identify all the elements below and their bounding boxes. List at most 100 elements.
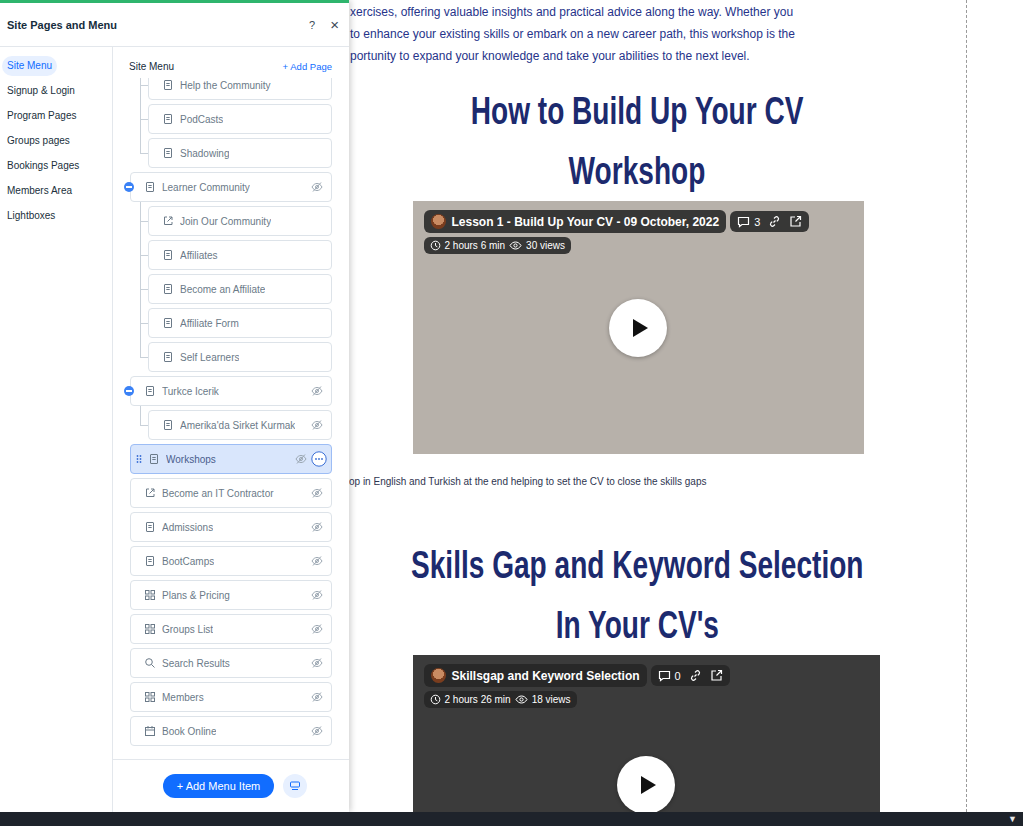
video-title-pill[interactable]: Skillsgap and Keyword Selection — [424, 664, 647, 687]
play-button[interactable] — [609, 299, 667, 357]
menu-item[interactable]: Become an Affiliate — [148, 274, 332, 304]
menu-item[interactable]: Amerika'da Sirket Kurmak — [148, 410, 332, 440]
clock-icon — [430, 694, 441, 705]
menu-item[interactable]: BootCamps — [130, 546, 332, 576]
menu-item[interactable]: Affiliate Form — [148, 308, 332, 338]
add-page-button[interactable]: + Add Page — [283, 61, 332, 72]
close-button[interactable]: × — [330, 17, 339, 32]
menu-item[interactable]: Groups List — [130, 614, 332, 644]
menu-item[interactable]: Self Learners — [148, 342, 332, 372]
scroll-toggle-button[interactable]: ▼ — [1008, 815, 1017, 824]
page-icon — [144, 181, 156, 193]
page-icon — [162, 79, 174, 91]
hidden-eye-icon[interactable] — [311, 555, 323, 567]
play-icon — [630, 317, 650, 339]
section-nav-item[interactable]: Site Menu — [2, 56, 57, 76]
collapse-icon[interactable] — [124, 386, 134, 396]
menu-settings-button[interactable] — [283, 774, 307, 798]
section-nav-item[interactable]: Program Pages — [2, 106, 81, 126]
hidden-eye-icon[interactable] — [311, 623, 323, 635]
hidden-eye-icon[interactable] — [311, 691, 323, 703]
site-menu-header: Site Menu + Add Page — [113, 47, 349, 76]
panel-title: Site Pages and Menu — [7, 19, 117, 31]
hidden-eye-icon[interactable] — [311, 657, 323, 669]
menu-item-wrap: Groups List — [130, 614, 332, 644]
menu-item-label: Search Results — [162, 658, 230, 669]
workshop-section: How to Build Up Your CVWorkshop Lesson 1… — [350, 81, 924, 487]
video-title: Lesson 1 - Build Up Your CV - 09 October… — [452, 215, 720, 229]
video-player[interactable]: Skillsgap and Keyword Selection 0 2 hour… — [413, 655, 880, 812]
menu-item-wrap: Become an Affiliate — [130, 274, 332, 304]
video-title: Skillsgap and Keyword Selection — [452, 669, 640, 683]
menu-item[interactable]: Become an IT Contractor — [130, 478, 332, 508]
section-nav-item[interactable]: Members Area — [2, 181, 77, 201]
page-margin — [967, 0, 1023, 812]
video-stats: 2 hours 26 min 18 views — [424, 691, 577, 708]
menu-item-wrap: Search Results — [130, 648, 332, 678]
app-icon — [144, 623, 156, 635]
menu-item-label: Workshops — [166, 454, 216, 465]
page-content: xercises, offering valuable insights and… — [349, 0, 967, 812]
menu-item[interactable]: Workshops — [130, 444, 332, 474]
section-nav-item[interactable]: Lightboxes — [2, 206, 60, 226]
more-actions-icon[interactable] — [311, 451, 327, 467]
play-icon — [638, 774, 658, 796]
hidden-eye-icon[interactable] — [311, 521, 323, 533]
menu-item-wrap: Join Our Community — [130, 206, 332, 236]
page-icon — [162, 147, 174, 159]
menu-item[interactable]: Affiliates — [148, 240, 332, 270]
menu-item[interactable]: Members — [130, 682, 332, 712]
menu-item[interactable]: Turkce Icerik — [130, 376, 332, 406]
hidden-eye-icon[interactable] — [311, 419, 323, 431]
menu-item[interactable]: Search Results — [130, 648, 332, 678]
section-nav-item[interactable]: Bookings Pages — [2, 156, 84, 176]
add-menu-item-button[interactable]: + Add Menu Item — [163, 774, 274, 798]
avatar-icon — [431, 668, 446, 683]
page-icon — [148, 453, 160, 465]
video-title-pill[interactable]: Lesson 1 - Build Up Your CV - 09 October… — [424, 210, 727, 233]
hidden-eye-icon[interactable] — [295, 453, 307, 465]
menu-item-wrap: Amerika'da Sirket Kurmak — [130, 410, 332, 440]
clock-icon — [430, 240, 441, 251]
hidden-eye-icon[interactable] — [311, 487, 323, 499]
section-nav-item[interactable]: Signup & Login — [2, 81, 80, 101]
link-icon — [144, 487, 156, 499]
hidden-eye-icon[interactable] — [311, 181, 323, 193]
menu-item-label: Affiliates — [180, 250, 218, 261]
page-icon — [162, 317, 174, 329]
external-link-icon[interactable] — [710, 669, 723, 682]
hidden-eye-icon[interactable] — [311, 589, 323, 601]
menu-item-label: PodCasts — [180, 114, 223, 125]
menu-item[interactable]: Help the Community — [148, 78, 332, 100]
menu-item[interactable]: Book Online — [130, 716, 332, 746]
video-player[interactable]: Lesson 1 - Build Up Your CV - 09 October… — [413, 201, 864, 454]
editor-main: Site Pages and Menu ? × Site Menu Signup … — [0, 0, 1023, 812]
section-nav-item[interactable]: Groups pages — [2, 131, 75, 151]
hidden-eye-icon[interactable] — [311, 725, 323, 737]
menu-item[interactable]: Shadowing — [148, 138, 332, 168]
comment-icon[interactable] — [737, 216, 750, 228]
hidden-eye-icon[interactable] — [311, 385, 323, 397]
link-icon[interactable] — [689, 669, 702, 682]
menu-item[interactable]: PodCasts — [148, 104, 332, 134]
page-canvas: xercises, offering valuable insights and… — [349, 0, 1023, 812]
menu-item[interactable]: Join Our Community — [148, 206, 332, 236]
menu-item[interactable]: Learner Community — [130, 172, 332, 202]
menu-item-label: Join Our Community — [180, 216, 271, 227]
external-link-icon[interactable] — [789, 215, 802, 228]
video-duration: 2 hours 6 min — [445, 240, 506, 251]
section-nav: Site Menu Signup & Login Program Pages Grou… — [0, 47, 113, 812]
comment-icon[interactable] — [658, 670, 671, 682]
play-button[interactable] — [617, 756, 675, 812]
menu-item-wrap: Admissions — [130, 512, 332, 542]
menu-item-label: Help the Community — [180, 80, 271, 91]
link-icon[interactable] — [768, 215, 781, 228]
drag-handle-icon[interactable] — [136, 454, 142, 464]
menu-item[interactable]: Admissions — [130, 512, 332, 542]
help-button[interactable]: ? — [309, 19, 315, 31]
menu-item-label: Amerika'da Sirket Kurmak — [180, 420, 295, 431]
menu-item[interactable]: Plans & Pricing — [130, 580, 332, 610]
video-views: 30 views — [526, 240, 565, 251]
site-menu-title: Site Menu — [129, 61, 174, 72]
collapse-icon[interactable] — [124, 182, 134, 192]
